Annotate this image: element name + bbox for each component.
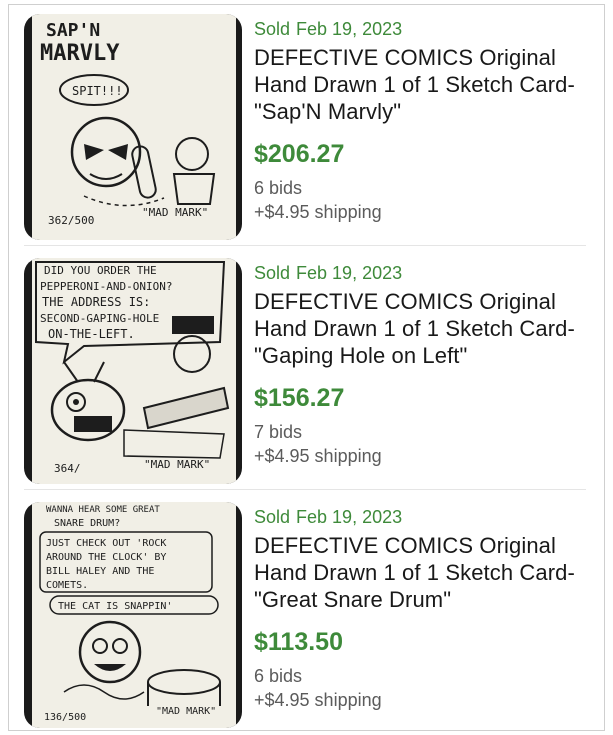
listing-price: $156.27 (254, 384, 345, 412)
bid-count: 7 bids (254, 422, 303, 442)
svg-text:AROUND THE CLOCK' BY: AROUND THE CLOCK' BY (46, 552, 166, 563)
sketch-top-text: WANNA HEAR SOME GREAT (46, 505, 160, 515)
listing-card[interactable]: WANNA HEAR SOME GREAT SNARE DRUM? JUST C… (24, 502, 586, 728)
shipping-cost: +$4.95 shipping (254, 446, 382, 466)
sketch-balloon: DID YOU ORDER THE (44, 264, 157, 277)
bid-count: 6 bids (254, 178, 303, 198)
listing-info: Sold Feb 19, 2023 DEFECTIVE COMICS Origin… (254, 18, 594, 224)
sold-date: Feb 19, 2023 (296, 263, 403, 283)
svg-text:BILL HALEY AND THE: BILL HALEY AND THE (46, 566, 154, 577)
sketch-signature: "MAD MARK" (144, 458, 210, 471)
svg-text:ON-THE-LEFT.: ON-THE-LEFT. (48, 327, 135, 341)
sold-date: Feb 19, 2023 (296, 19, 403, 39)
svg-text:PEPPERONI-AND-ONION?: PEPPERONI-AND-ONION? (40, 280, 172, 293)
svg-text:THE ADDRESS IS:: THE ADDRESS IS: (42, 295, 150, 309)
sketch-caption: THE CAT IS SNAPPIN' (58, 601, 172, 612)
listing-info: Sold Feb 19, 2023 DEFECTIVE COMICS Origin… (254, 262, 594, 468)
svg-text:SECOND-GAPING-HOLE: SECOND-GAPING-HOLE (40, 312, 159, 325)
listing-info: Sold Feb 19, 2023 DEFECTIVE COMICS Origin… (254, 506, 594, 712)
sketch-headline: MARVLY (40, 41, 120, 66)
sketch-balloon: SPIT!!! (72, 84, 123, 98)
listing-thumbnail[interactable]: WANNA HEAR SOME GREAT SNARE DRUM? JUST C… (24, 502, 242, 728)
shipping-cost: +$4.95 shipping (254, 202, 382, 222)
sketch-signature: "MAD MARK" (156, 706, 216, 717)
listing-thumbnail[interactable]: DID YOU ORDER THE PEPPERONI-AND-ONION? T… (24, 258, 242, 484)
svg-text:SNARE DRUM?: SNARE DRUM? (54, 518, 120, 529)
listing-title[interactable]: DEFECTIVE COMICS Original Hand Drawn 1 o… (254, 288, 594, 369)
sold-date: Feb 19, 2023 (296, 507, 403, 527)
svg-text:COMETS.: COMETS. (46, 580, 88, 591)
sketch-number: 136/500 (44, 712, 86, 723)
sold-status: Sold Feb 19, 2023 (254, 263, 403, 283)
sketch-signature: "MAD MARK" (142, 206, 208, 219)
sold-status: Sold Feb 19, 2023 (254, 507, 403, 527)
divider (24, 245, 586, 246)
bid-count: 6 bids (254, 666, 303, 686)
shipping-cost: +$4.95 shipping (254, 690, 382, 710)
listing-price: $206.27 (254, 140, 345, 168)
listing-price: $113.50 (254, 628, 343, 656)
sketch-number: 364/ (54, 462, 81, 475)
listing-title[interactable]: DEFECTIVE COMICS Original Hand Drawn 1 o… (254, 532, 594, 613)
sketch-number: 362/500 (48, 214, 94, 227)
listing-card[interactable]: SAP'N MARVLY SPIT!!! 362/500 "MAD MARK" … (24, 14, 586, 240)
sketch-card-image: DID YOU ORDER THE PEPPERONI-AND-ONION? T… (32, 258, 236, 484)
divider (24, 489, 586, 490)
sketch-card-image: SAP'N MARVLY SPIT!!! 362/500 "MAD MARK" (32, 14, 236, 240)
sketch-card-image: WANNA HEAR SOME GREAT SNARE DRUM? JUST C… (32, 502, 236, 728)
sold-status: Sold Feb 19, 2023 (254, 19, 403, 39)
listing-card[interactable]: DID YOU ORDER THE PEPPERONI-AND-ONION? T… (24, 258, 586, 484)
sketch-box-text: JUST CHECK OUT 'ROCK (46, 538, 166, 549)
listing-title[interactable]: DEFECTIVE COMICS Original Hand Drawn 1 o… (254, 44, 594, 125)
sketch-headline: SAP'N (46, 20, 100, 41)
listing-thumbnail[interactable]: SAP'N MARVLY SPIT!!! 362/500 "MAD MARK" (24, 14, 242, 240)
